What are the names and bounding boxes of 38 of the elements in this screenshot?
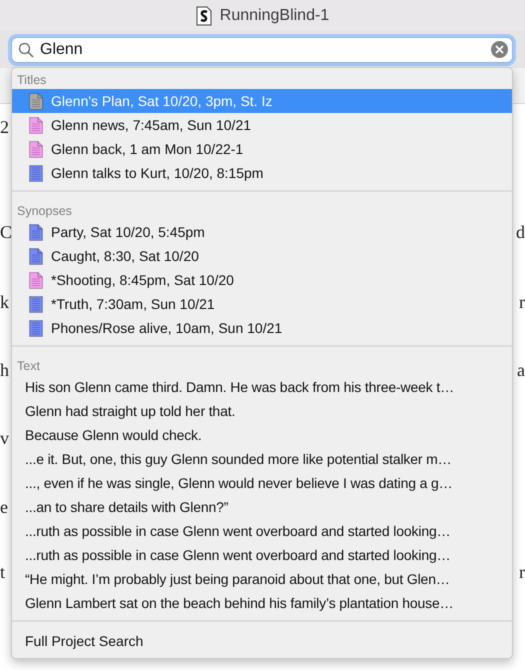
result-item[interactable]: *Truth, 7:30am, Sun 10/21 (12, 292, 512, 316)
result-item[interactable]: Glenn Lambert sat on the beach behind his family’s plantation house… (12, 591, 512, 615)
document-text: d (516, 221, 525, 244)
result-item[interactable]: *Shooting, 8:45pm, Sat 10/20 (12, 268, 512, 292)
document-text: a (517, 359, 525, 382)
search-field[interactable]: Glenn (11, 36, 513, 62)
document-text: v (0, 427, 9, 450)
result-item[interactable]: “He might. I’m probably just being paranoid about that one, but Glen… (12, 567, 512, 591)
result-item[interactable]: ...an to share details with Glenn?” (12, 495, 512, 519)
window-title: RunningBlind-1 (220, 6, 330, 24)
document-text: e (0, 496, 8, 519)
result-item[interactable]: Glenn had straight up told her that. (12, 399, 512, 423)
result-item[interactable]: ...ruth as possible in case Glenn went overboard and started looking… (12, 543, 512, 567)
result-item[interactable]: Party, Sat 10/20, 5:45pm (12, 220, 512, 244)
document-text: k (0, 291, 9, 314)
document-text: r (519, 291, 525, 314)
result-item[interactable]: ...e it. But, one, this guy Glenn sounded more like potential stalker m… (12, 447, 512, 471)
document-text: r (519, 561, 525, 584)
section-heading: Text (16, 358, 41, 375)
document-text: h (0, 359, 9, 382)
result-item[interactable]: Glenn talks to Kurt, 10/20, 8:15pm (12, 161, 512, 185)
search-icon (18, 42, 34, 58)
app-icon (196, 6, 212, 26)
result-item[interactable]: ...ruth as possible in case Glenn went overboard and started looking… (12, 519, 512, 543)
result-item[interactable]: Glenn back, 1 am Mon 10/22-1 (12, 137, 512, 161)
result-item[interactable]: Phones/Rose alive, 10am, Sun 10/21 (12, 316, 512, 340)
document-text: t (0, 561, 6, 584)
section-heading: Synopses (16, 203, 73, 220)
result-item[interactable]: His son Glenn came third. Damn. He was back from his three-week t… (12, 375, 512, 399)
result-item[interactable]: Because Glenn would check. (12, 423, 512, 447)
document-text: C (0, 221, 12, 244)
result-item[interactable]: Caught, 8:30, Sat 10/20 (12, 244, 512, 268)
full-search-item[interactable]: Full Project Search (12, 628, 512, 654)
close-icon (495, 44, 504, 54)
document-text: 2 (0, 116, 9, 139)
result-item[interactable]: ..., even if he was single, Glenn would never believe I was dating a g… (12, 471, 512, 495)
section-heading: Titles (16, 72, 48, 89)
result-item[interactable]: Glenn news, 7:45am, Sun 10/21 (12, 113, 512, 137)
